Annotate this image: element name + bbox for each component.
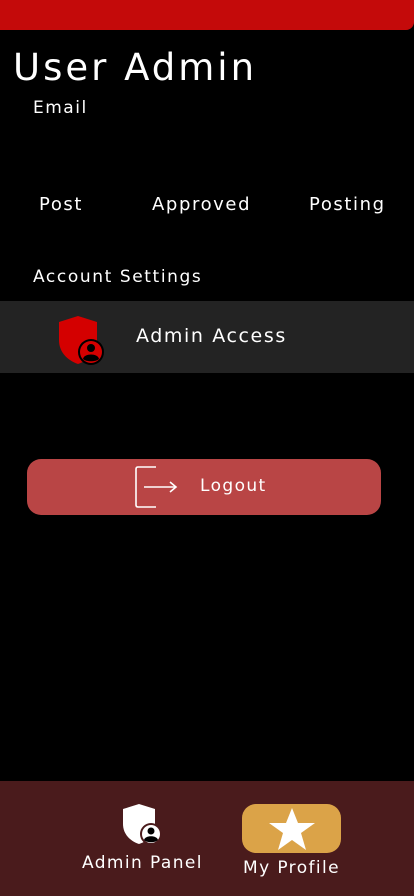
top-bar: [0, 0, 414, 30]
admin-access-label: Admin Access: [136, 325, 287, 347]
logout-button[interactable]: Logout: [27, 459, 381, 515]
nav-my-profile-label: My Profile: [243, 858, 340, 878]
admin-shield-icon: [59, 316, 104, 365]
admin-shield-icon: [123, 804, 162, 845]
nav-admin-panel-label: Admin Panel: [82, 853, 203, 873]
bottom-nav: Admin Panel My Profile: [0, 781, 414, 896]
stat-post-label: Post: [39, 194, 84, 215]
email-label: Email: [33, 98, 88, 118]
page-title: User Admin: [13, 46, 258, 89]
admin-access-row[interactable]: Admin Access: [0, 301, 414, 373]
nav-admin-panel[interactable]: Admin Panel: [70, 803, 214, 883]
account-settings-heading: Account Settings: [33, 267, 203, 287]
stat-posting-label: Posting: [309, 194, 386, 215]
stat-approved-label: Approved: [152, 194, 252, 215]
logout-icon: [135, 466, 178, 508]
nav-my-profile[interactable]: My Profile: [232, 803, 352, 883]
star-icon: [269, 808, 315, 850]
active-tab-pill: [242, 804, 341, 853]
logout-label: Logout: [200, 476, 267, 496]
